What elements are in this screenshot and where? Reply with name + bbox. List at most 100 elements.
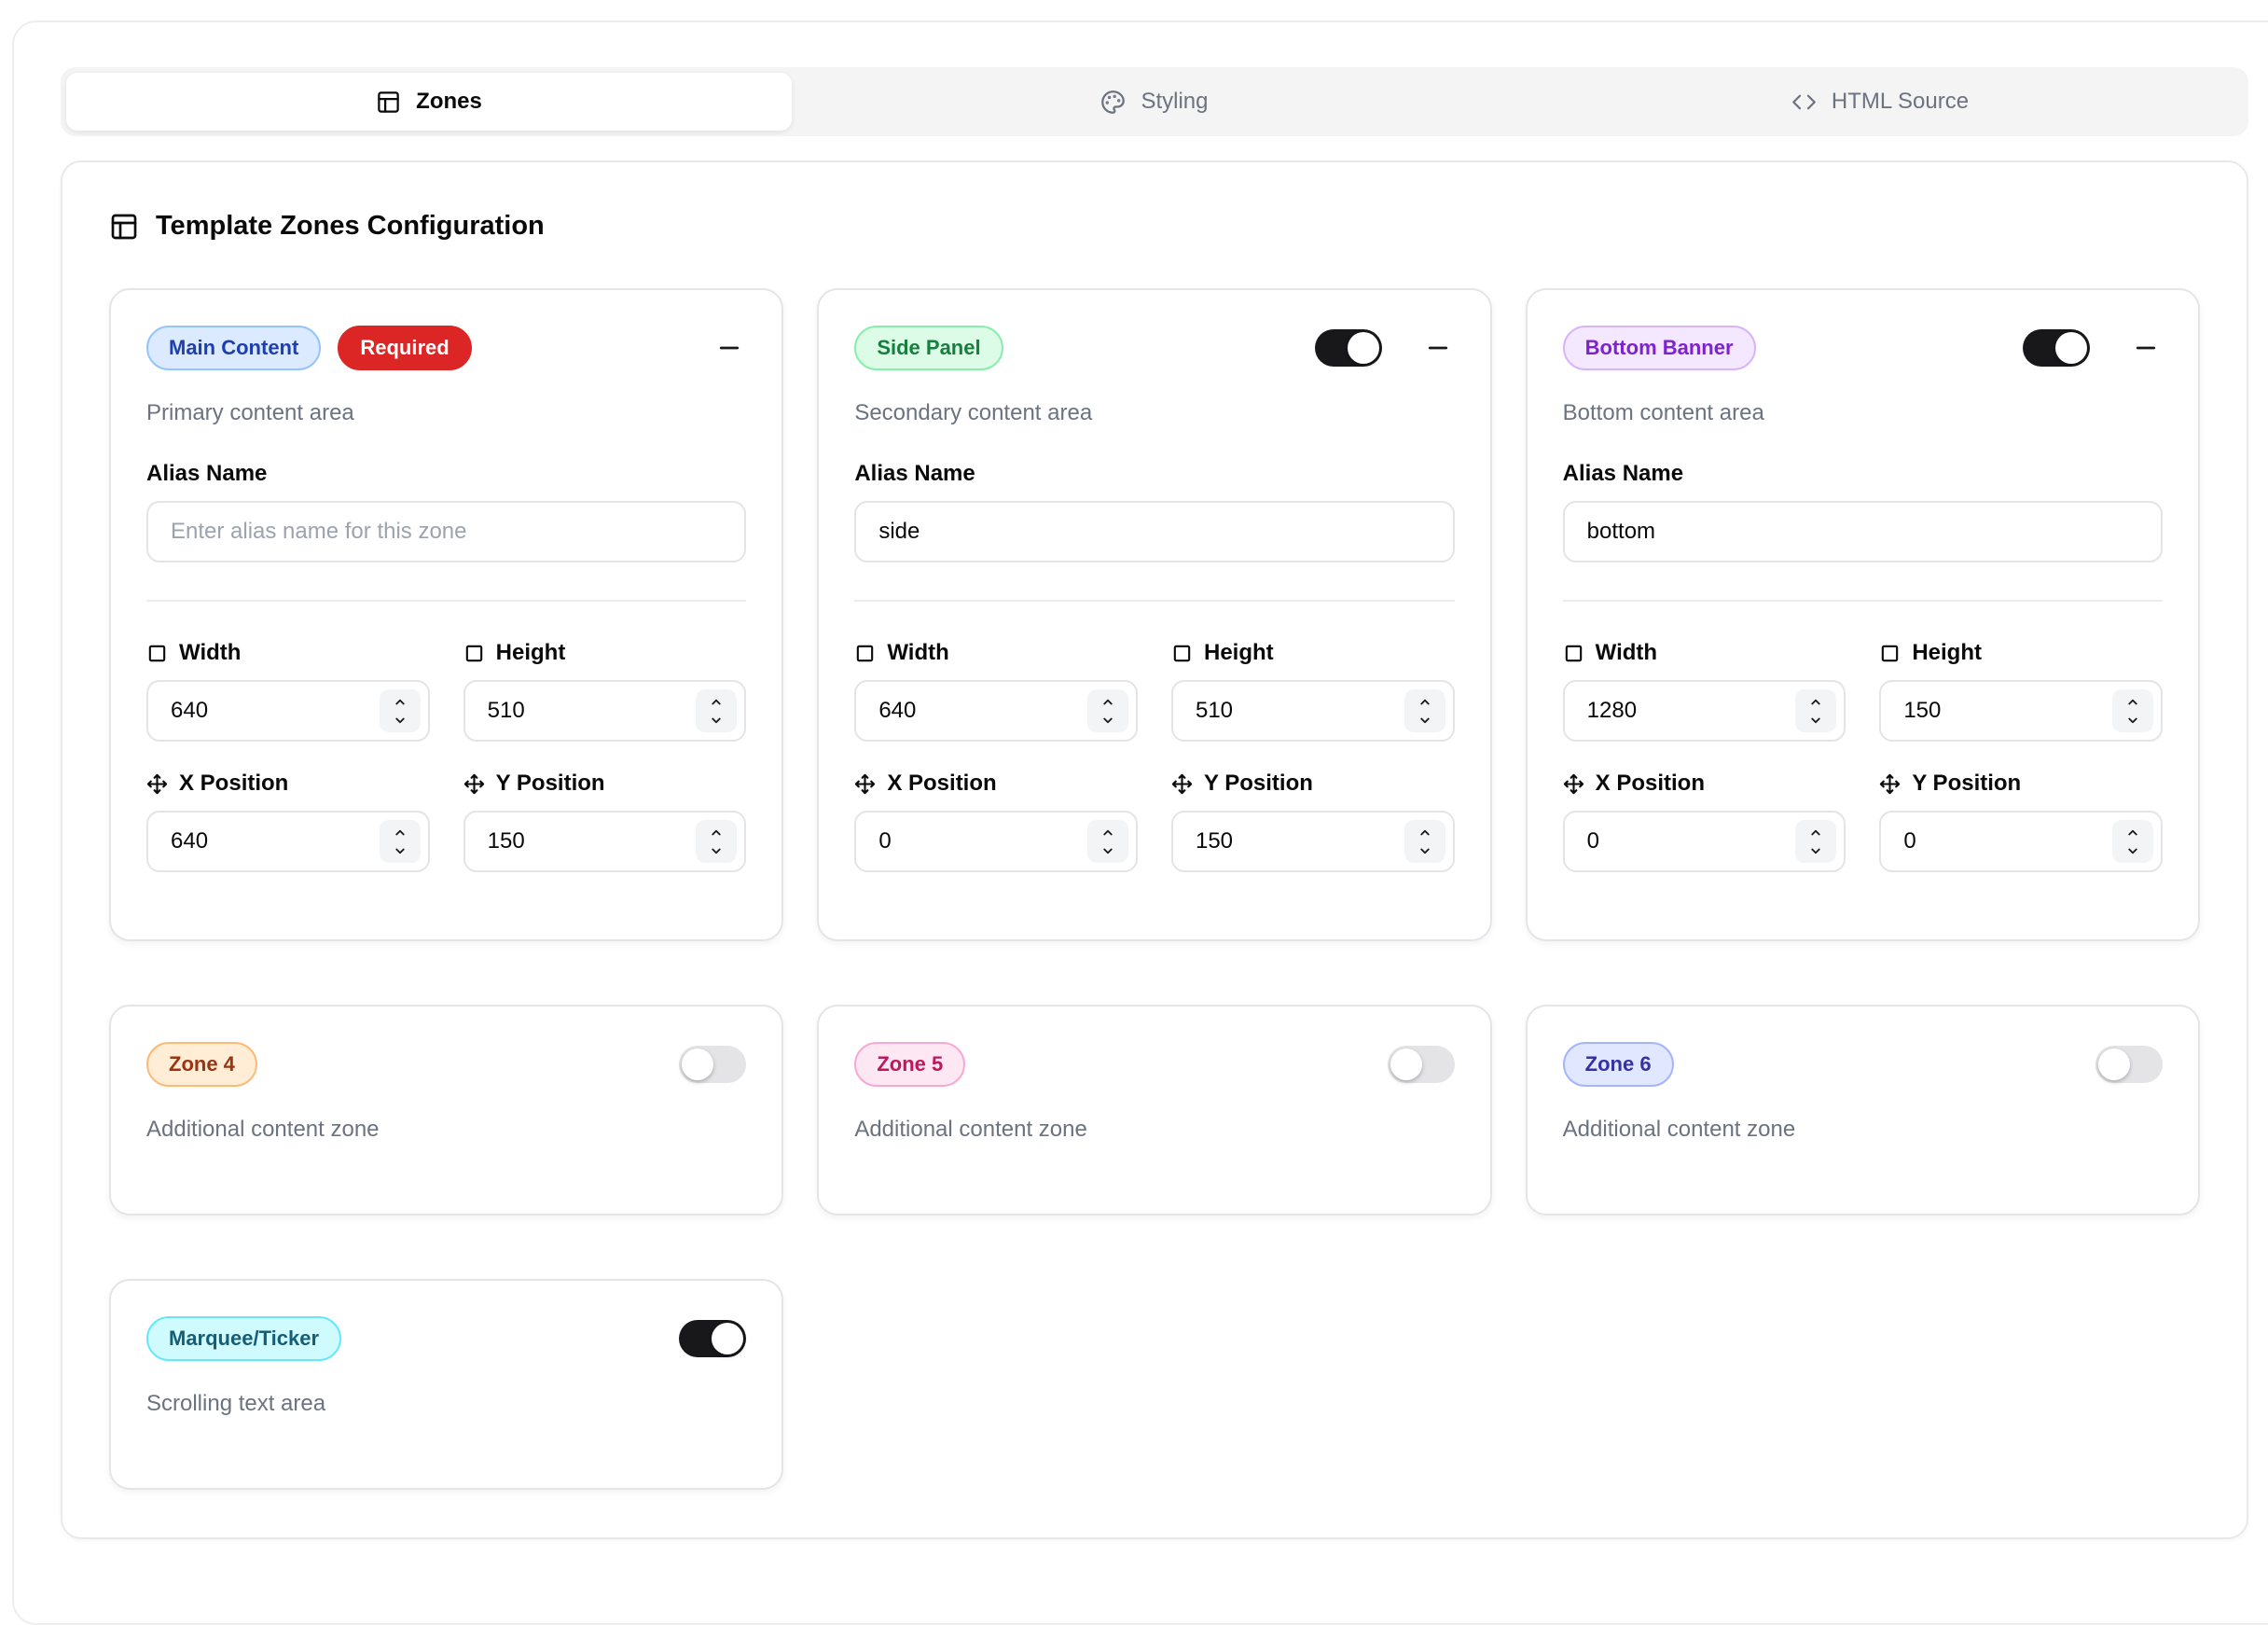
zone-description: Primary content area <box>146 400 746 426</box>
width-stepper[interactable] <box>380 689 421 732</box>
square-icon <box>463 643 485 664</box>
chevron-down-icon <box>392 712 408 729</box>
chevron-up-icon <box>1417 825 1433 841</box>
chevron-up-icon <box>708 694 725 711</box>
zone-name-badge: Marquee/Ticker <box>146 1316 341 1361</box>
alias-name-label: Alias Name <box>146 460 746 488</box>
zone-name-badge: Side Panel <box>854 326 1003 370</box>
collapse-zone-button[interactable] <box>1421 331 1455 365</box>
tab-zones[interactable]: Zones <box>66 73 792 131</box>
zone-name-badge: Zone 6 <box>1563 1042 1674 1087</box>
zone-enabled-toggle[interactable] <box>679 1046 746 1083</box>
zone-card-zone-4: Zone 4 Additional content zone <box>109 1005 783 1215</box>
x-position-stepper[interactable] <box>1795 820 1836 863</box>
alias-input[interactable] <box>1563 501 2163 562</box>
zone-description: Additional content zone <box>854 1117 1454 1143</box>
chevron-up-icon <box>708 825 725 841</box>
toggle-knob <box>712 1323 743 1354</box>
tab-label: Styling <box>1141 89 1208 115</box>
zone-description: Bottom content area <box>1563 400 2163 426</box>
alias-input[interactable] <box>854 501 1454 562</box>
y-position-stepper[interactable] <box>2112 820 2153 863</box>
tab-html-source[interactable]: HTML Source <box>1517 73 2243 131</box>
chevron-up-icon <box>392 694 408 711</box>
width-label: Width <box>854 639 1138 667</box>
square-icon <box>1563 643 1584 664</box>
y-position-label: Y Position <box>463 770 747 798</box>
zone-enabled-toggle[interactable] <box>2095 1046 2163 1083</box>
y-position-label: Y Position <box>1171 770 1455 798</box>
minus-icon <box>715 334 743 362</box>
height-stepper[interactable] <box>696 689 737 732</box>
width-stepper[interactable] <box>1795 689 1836 732</box>
zones-panel: Template Zones Configuration Main Conten… <box>61 160 2248 1539</box>
zone-enabled-toggle[interactable] <box>1315 329 1382 367</box>
zone-card-side-panel: Side Panel Secondary content area Alias … <box>817 288 1491 941</box>
chevron-down-icon <box>392 842 408 859</box>
zone-card-zone-5: Zone 5 Additional content zone <box>817 1005 1491 1215</box>
zone-description: Secondary content area <box>854 400 1454 426</box>
x-position-stepper[interactable] <box>380 820 421 863</box>
zones-grid: Main Content Required Primary content ar… <box>109 288 2200 1490</box>
zone-card-main-content: Main Content Required Primary content ar… <box>109 288 783 941</box>
toggle-knob <box>2055 332 2087 364</box>
alias-name-label: Alias Name <box>1563 460 2163 488</box>
panels-top-left-icon <box>109 212 139 242</box>
height-stepper[interactable] <box>1404 689 1445 732</box>
panel-header: Template Zones Configuration <box>109 211 2200 242</box>
chevron-up-icon <box>1099 825 1116 841</box>
x-position-label: X Position <box>854 770 1138 798</box>
width-stepper[interactable] <box>1087 689 1128 732</box>
collapse-zone-button[interactable] <box>712 331 746 365</box>
zone-description: Scrolling text area <box>146 1391 746 1417</box>
code-icon <box>1791 90 1817 115</box>
square-icon <box>1879 643 1901 664</box>
chevron-down-icon <box>2124 842 2141 859</box>
chevron-up-icon <box>2124 825 2141 841</box>
chevron-up-icon <box>2124 694 2141 711</box>
toggle-knob <box>1348 332 1379 364</box>
panel-title: Template Zones Configuration <box>156 211 545 242</box>
move-icon <box>1563 773 1584 795</box>
collapse-zone-button[interactable] <box>2129 331 2163 365</box>
zone-card-zone-6: Zone 6 Additional content zone <box>1526 1005 2200 1215</box>
y-position-label: Y Position <box>1879 770 2163 798</box>
move-icon <box>854 773 876 795</box>
zone-card-bottom-banner: Bottom Banner Bottom content area Alias … <box>1526 288 2200 941</box>
chevron-down-icon <box>1417 842 1433 859</box>
chevron-down-icon <box>2124 712 2141 729</box>
height-label: Height <box>1879 639 2163 667</box>
zone-enabled-toggle[interactable] <box>1388 1046 1455 1083</box>
toggle-knob <box>2098 1049 2130 1080</box>
move-icon <box>1879 773 1901 795</box>
height-label: Height <box>463 639 747 667</box>
zone-name-badge: Bottom Banner <box>1563 326 1756 370</box>
zone-description: Additional content zone <box>1563 1117 2163 1143</box>
chevron-down-icon <box>1099 842 1116 859</box>
divider <box>854 600 1454 602</box>
x-position-label: X Position <box>1563 770 1846 798</box>
chevron-down-icon <box>1417 712 1433 729</box>
dialog-container: Zones Styling HTML Source Template Zones… <box>12 21 2268 1625</box>
alias-input[interactable] <box>146 501 746 562</box>
square-icon <box>1171 643 1193 664</box>
zone-card-marquee-ticker: Marquee/Ticker Scrolling text area <box>109 1279 783 1490</box>
tab-styling[interactable]: Styling <box>792 73 1517 131</box>
zone-enabled-toggle[interactable] <box>2023 329 2090 367</box>
width-label: Width <box>146 639 430 667</box>
tab-bar: Zones Styling HTML Source <box>61 67 2248 136</box>
x-position-stepper[interactable] <box>1087 820 1128 863</box>
chevron-up-icon <box>1807 825 1824 841</box>
width-label: Width <box>1563 639 1846 667</box>
tab-label: HTML Source <box>1832 89 1969 115</box>
alias-name-label: Alias Name <box>854 460 1454 488</box>
move-icon <box>463 773 485 795</box>
zone-name-badge: Main Content <box>146 326 321 370</box>
square-icon <box>854 643 876 664</box>
y-position-stepper[interactable] <box>1404 820 1445 863</box>
height-stepper[interactable] <box>2112 689 2153 732</box>
zone-enabled-toggle[interactable] <box>679 1320 746 1357</box>
chevron-down-icon <box>1807 842 1824 859</box>
zone-name-badge: Zone 4 <box>146 1042 257 1087</box>
y-position-stepper[interactable] <box>696 820 737 863</box>
